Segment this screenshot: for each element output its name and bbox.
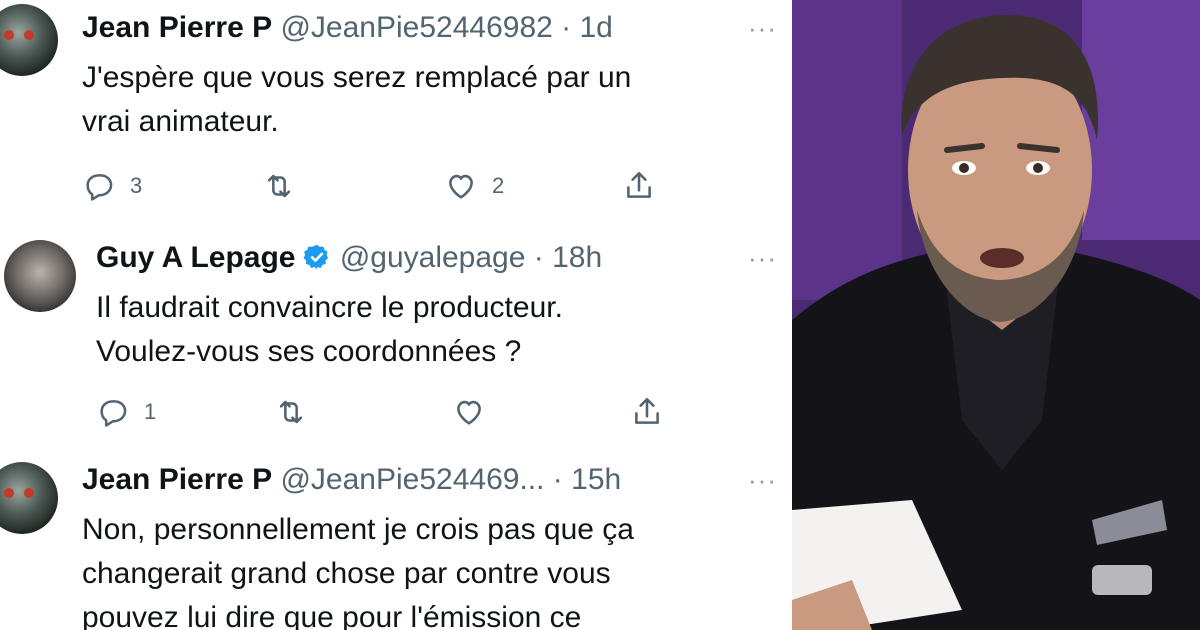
timestamp[interactable]: 18h xyxy=(552,241,602,274)
reply-button[interactable]: 1 xyxy=(96,392,156,432)
retweet-button[interactable] xyxy=(274,392,308,432)
robot-avatar[interactable] xyxy=(0,4,58,76)
tweet-text-line: Il faudrait convaincre le producteur. xyxy=(96,291,563,324)
display-name[interactable]: Guy A Lepage xyxy=(96,241,295,274)
heart-icon xyxy=(449,174,473,199)
tweet-header: Jean Pierre P @JeanPie52446982 · 1d xyxy=(82,10,613,46)
like-button[interactable] xyxy=(452,392,486,432)
share-icon xyxy=(627,171,651,198)
tweet-text-line: vrai animateur. xyxy=(82,105,279,138)
host-photo-illustration xyxy=(792,0,1200,630)
tweet-text-line: pouvez lui dire que pour l'émission ce xyxy=(82,601,582,630)
retweet-icon xyxy=(267,174,291,198)
robot-avatar[interactable] xyxy=(0,462,58,534)
tweet-header: Jean Pierre P @JeanPie524469... · 15h xyxy=(82,462,621,498)
user-handle[interactable]: @JeanPie524469... xyxy=(280,463,544,496)
tweet-text: Il faudrait convaincre le producteur. Vo… xyxy=(96,286,563,374)
heart-icon xyxy=(457,400,481,425)
separator: · xyxy=(552,463,563,496)
tweet-text: J'espère que vous serez remplacé par un … xyxy=(82,56,631,144)
tweet-text: Non, personnellement je crois pas que ça… xyxy=(82,508,634,630)
share-icon xyxy=(635,397,659,424)
tweet-2[interactable]: Guy A Lepage @guyalepage · 18h ··· Il fa… xyxy=(0,230,782,452)
share-button[interactable] xyxy=(622,166,656,206)
tweet-header: Guy A Lepage @guyalepage · 18h xyxy=(96,240,602,276)
timestamp[interactable]: 15h xyxy=(571,463,621,496)
user-handle[interactable]: @guyalepage xyxy=(340,241,526,274)
panel-divider xyxy=(782,0,792,630)
like-button[interactable]: 2 xyxy=(444,166,504,206)
reply-count: 1 xyxy=(144,399,157,424)
reply-icon xyxy=(86,174,113,201)
tweet-actions: 1 xyxy=(96,392,696,432)
display-name[interactable]: Jean Pierre P xyxy=(82,463,272,496)
tweet-actions: 3 2 xyxy=(82,166,682,206)
more-options-icon[interactable]: ··· xyxy=(748,467,777,493)
user-handle[interactable]: @JeanPie52446982 xyxy=(280,11,552,44)
tweet-3[interactable]: Jean Pierre P @JeanPie524469... · 15h ··… xyxy=(0,452,782,630)
tweet-text-line: changerait grand chose par contre vous xyxy=(82,557,611,590)
more-options-icon[interactable]: ··· xyxy=(748,245,777,271)
reply-icon xyxy=(100,400,127,427)
retweet-button[interactable] xyxy=(262,166,296,206)
tweet-text-line: J'espère que vous serez remplacé par un xyxy=(82,61,632,94)
more-options-icon[interactable]: ··· xyxy=(748,15,777,41)
man-avatar[interactable] xyxy=(4,240,76,312)
reply-count: 3 xyxy=(130,173,143,198)
tweet-text-line: Voulez-vous ses coordonnées ? xyxy=(96,335,522,368)
timestamp[interactable]: 1d xyxy=(580,11,613,44)
separator: · xyxy=(561,11,572,44)
separator: · xyxy=(533,241,544,274)
reply-button[interactable]: 3 xyxy=(82,166,142,206)
share-button[interactable] xyxy=(630,392,664,432)
like-count: 2 xyxy=(492,173,505,198)
display-name[interactable]: Jean Pierre P xyxy=(82,11,272,44)
tweet-1[interactable]: Jean Pierre P @JeanPie52446982 · 1d ··· … xyxy=(0,0,782,230)
retweet-icon xyxy=(279,400,303,424)
host-photo xyxy=(792,0,1200,630)
verified-badge-icon xyxy=(304,244,329,270)
tweet-thread: Jean Pierre P @JeanPie52446982 · 1d ··· … xyxy=(0,0,782,630)
tweet-text-line: Non, personnellement je crois pas que ça xyxy=(82,513,634,546)
